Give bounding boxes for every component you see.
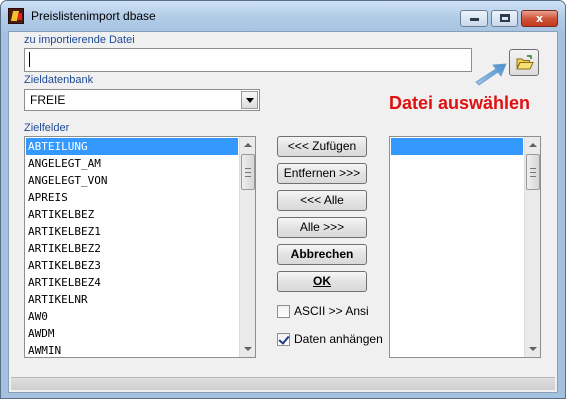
dialog-client: zu importierende Datei Zieldatenbank FRE… [8,31,558,393]
list-item[interactable]: AW0 [26,308,238,325]
all-right-button[interactable]: Alle >>> [277,217,367,238]
pointer-arrow-icon [475,63,507,86]
minimize-button[interactable] [460,10,488,27]
target-db-value: FREIE [30,93,66,107]
list-item[interactable]: ARTIKELBEZ2 [26,240,238,257]
import-window: Preislistenimport dbase x zu importieren… [0,0,566,399]
scroll-thumb[interactable] [241,154,255,190]
target-fields-items [391,138,523,155]
list-item[interactable]: ARTIKELBEZ1 [26,223,238,240]
add-button[interactable]: <<< Zufügen [277,136,367,157]
file-path-input[interactable] [24,48,472,72]
scroll-up-icon[interactable] [240,137,255,153]
list-item[interactable]: ABTEILUNG [26,138,238,155]
list-item[interactable]: ARTIKELNR [26,291,238,308]
open-folder-icon [516,55,534,70]
source-fields-scrollbar[interactable] [239,137,255,357]
remove-button[interactable]: Entfernen >>> [277,163,367,184]
ascii-ansi-box[interactable] [277,305,290,318]
append-data-box[interactable] [277,333,290,346]
source-fields-items: ABTEILUNG ANGELEGT_AM ANGELEGT_VON APREIS AR… [26,138,238,357]
scroll-down-icon[interactable] [240,341,255,357]
file-label: zu importierende Datei [24,34,135,46]
window-title: Preislistenimport dbase [31,9,156,23]
target-fields-list[interactable] [389,136,541,358]
ascii-ansi-label: ASCII >> Ansi [294,304,369,318]
text-caret [29,52,30,68]
list-item[interactable]: ARTIKELBEZ3 [26,257,238,274]
browse-file-button[interactable] [509,49,539,76]
fields-label: Zielfelder [24,122,70,134]
maximize-icon [499,14,510,22]
all-left-button[interactable]: <<< Alle [277,190,367,211]
scroll-up-icon[interactable] [525,137,540,153]
ok-button[interactable]: OK [277,271,367,292]
list-item[interactable]: ARTIKELBEZ4 [26,274,238,291]
status-bar [11,377,555,390]
scroll-down-icon[interactable] [525,341,540,357]
title-bar[interactable]: Preislistenimport dbase x [1,1,565,31]
append-data-label: Daten anhängen [294,332,383,346]
list-item[interactable]: ANGELEGT_AM [26,155,238,172]
close-icon: x [535,12,544,25]
app-icon[interactable] [8,8,24,24]
db-label: Zieldatenbank [24,74,94,86]
chevron-down-icon[interactable] [241,91,258,109]
target-fields-scrollbar[interactable] [524,137,540,357]
list-item[interactable]: APREIS [26,189,238,206]
scroll-thumb[interactable] [526,154,540,190]
list-item[interactable] [391,138,523,155]
close-button[interactable]: x [521,10,558,27]
select-file-callout: Datei auswählen [389,93,531,113]
minimize-icon [469,18,479,21]
source-fields-list[interactable]: ABTEILUNG ANGELEGT_AM ANGELEGT_VON APREIS AR… [24,136,256,358]
list-item[interactable]: AWDM [26,325,238,342]
list-item[interactable]: AWMIN [26,342,238,357]
list-item[interactable]: ARTIKELBEZ [26,206,238,223]
target-db-select[interactable]: FREIE [24,89,260,111]
list-item[interactable]: ANGELEGT_VON [26,172,238,189]
cancel-button[interactable]: Abbrechen [277,244,367,265]
maximize-button[interactable] [491,10,518,27]
